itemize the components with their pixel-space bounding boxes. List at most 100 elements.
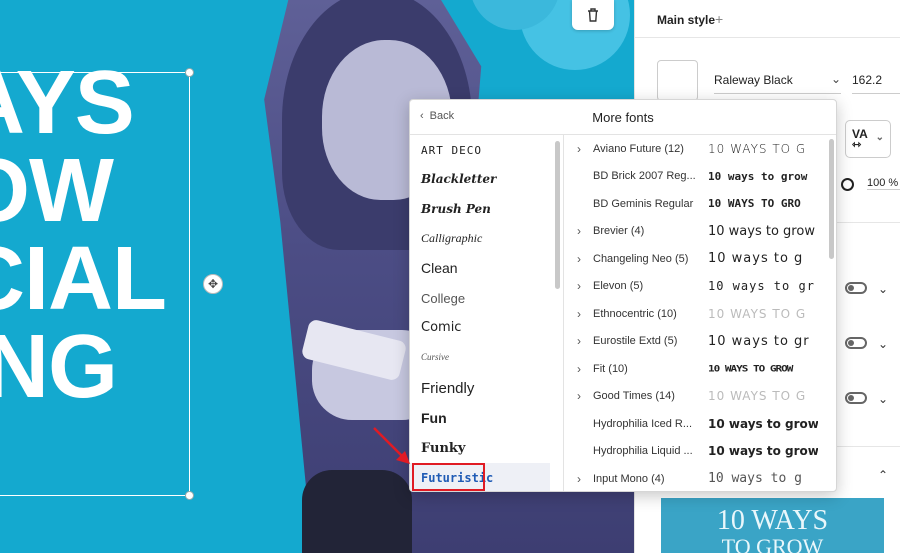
font-preview: 10 WAYS TO G [708, 306, 807, 321]
photo-camera [302, 470, 412, 553]
futuristic-highlight-box [412, 463, 485, 491]
chevron-down-icon[interactable]: ⌄ [878, 337, 888, 351]
style-preview[interactable]: 10 WAYS TO GROW [661, 498, 884, 553]
font-row[interactable]: BD Geminis Regular 10 WAYS TO GRO [565, 190, 825, 218]
add-style-icon[interactable]: + [715, 11, 723, 27]
font-list-scrollbar[interactable] [829, 139, 834, 259]
category-label: Cursive [421, 352, 449, 362]
font-row[interactable]: › Fit (10) 10 WAYS TO GROW [565, 355, 825, 383]
font-name: Ethnocentric (10) [593, 307, 677, 320]
font-family-select[interactable]: Raleway Black ⌄ [714, 70, 841, 94]
font-row[interactable]: › Brevier (4) 10 ways to grow [565, 218, 825, 246]
category-item-fun[interactable]: Fun [410, 403, 550, 433]
category-item-blackletter[interactable]: Blackletter [410, 164, 550, 194]
font-preview: 10 WAYS TO G [708, 389, 807, 404]
kerning-arrow-icon: ⇿ [852, 139, 862, 151]
move-icon[interactable]: ✥ [203, 274, 223, 294]
font-row[interactable]: › Input Mono (4) 10 ways to g [565, 465, 825, 491]
chevron-down-icon: ⌄ [875, 132, 884, 143]
chevron-right-icon[interactable]: › [565, 279, 593, 293]
divider [635, 37, 900, 38]
chevron-right-icon[interactable]: › [565, 389, 593, 403]
font-row[interactable]: › Elevon (5) 10 ways to gr [565, 273, 825, 301]
category-label: Blackletter [421, 172, 497, 186]
chevron-right-icon[interactable]: › [565, 472, 593, 486]
font-name: Good Times (14) [593, 390, 675, 403]
font-name: Hydrophilia Iced R... [593, 417, 693, 430]
chevron-right-icon[interactable]: › [565, 142, 593, 156]
chevron-right-icon[interactable]: › [565, 224, 593, 238]
more-fonts-popup: ‹ Back More fonts ART DECO Blackletter Br… [409, 99, 837, 492]
font-preview: 10 ways to gr [708, 333, 810, 349]
font-preview: 10 ways to grow [708, 416, 818, 431]
font-name: Aviano Future (12) [593, 142, 684, 155]
font-row[interactable]: BD Brick 2007 Reg... 10 ways to grow [565, 163, 825, 191]
font-row[interactable]: Hydrophilia Liquid ... 10 ways to grow y… [565, 438, 825, 466]
font-row[interactable]: › Good Times (14) 10 WAYS TO G [565, 383, 825, 411]
category-item-clean[interactable]: Clean [410, 253, 550, 283]
chevron-right-icon[interactable]: › [565, 362, 593, 376]
font-name: Fit (10) [593, 362, 628, 375]
selection-box [0, 72, 190, 496]
font-preview: 10 ways to grow yo [708, 444, 818, 459]
category-list: ART DECO Blackletter Brush Pen Calligrap… [410, 135, 564, 491]
toggle-switch[interactable] [845, 337, 867, 349]
category-item-friendly[interactable]: Friendly [410, 373, 550, 403]
resize-handle[interactable] [185, 68, 194, 77]
font-preview: 10 ways to g [708, 471, 802, 487]
font-row[interactable]: › Aviano Future (12) 10 WAYS TO G [565, 135, 825, 163]
category-label: Friendly [421, 379, 475, 397]
font-size-value: 162.2 [852, 73, 883, 87]
font-family-value: Raleway Black [714, 73, 793, 87]
color-swatch[interactable] [657, 60, 698, 101]
opacity-input[interactable]: 100 % [867, 177, 900, 190]
delete-button[interactable] [572, 0, 614, 30]
popup-header: ‹ Back More fonts [410, 100, 836, 135]
opacity-icon [841, 178, 854, 191]
kerning-button[interactable]: VA ⇿ ⌄ [845, 120, 891, 158]
category-item-comic[interactable]: Comic [410, 312, 550, 342]
font-preview: 10 ways to g [708, 251, 804, 267]
font-size-select[interactable]: 162.2 [852, 70, 900, 94]
font-name: Input Mono (4) [593, 472, 665, 485]
category-item-funky[interactable]: Funky [410, 433, 550, 463]
popup-title: More fonts [592, 110, 654, 125]
font-list: › Aviano Future (12) 10 WAYS TO G BD Bri… [565, 135, 836, 491]
font-name: Hydrophilia Liquid ... [593, 445, 693, 458]
font-preview: 10 ways to gr [708, 279, 815, 294]
font-row[interactable]: Hydrophilia Iced R... 10 ways to grow [565, 410, 825, 438]
font-row[interactable]: › Changeling Neo (5) 10 ways to g [565, 245, 825, 273]
chevron-down-icon: ⌄ [830, 72, 841, 86]
category-label: Clean [421, 260, 458, 276]
category-item-calligraphic[interactable]: Calligraphic [410, 223, 550, 253]
chevron-down-icon[interactable]: ⌄ [878, 282, 888, 296]
category-item-art-deco[interactable]: ART DECO [410, 135, 550, 165]
font-preview: 10 WAYS TO G [708, 141, 807, 156]
chevron-down-icon[interactable]: ⌄ [878, 392, 888, 406]
chevron-right-icon[interactable]: › [565, 307, 593, 321]
font-row[interactable]: › Ethnocentric (10) 10 WAYS TO G [565, 300, 825, 328]
category-item-cursive[interactable]: Cursive [410, 342, 550, 372]
chevron-up-icon[interactable]: ⌃ [878, 468, 888, 482]
toggle-switch[interactable] [845, 282, 867, 294]
category-label: Comic [421, 319, 462, 335]
font-preview: 10 ways to grow [708, 223, 815, 239]
category-item-brush-pen[interactable]: Brush Pen [410, 194, 550, 224]
category-label: College [421, 290, 466, 306]
category-item-college[interactable]: College [410, 283, 550, 313]
font-name: BD Geminis Regular [593, 197, 694, 210]
toggle-switch[interactable] [845, 392, 867, 404]
trash-icon [588, 8, 598, 22]
chevron-right-icon[interactable]: › [565, 334, 593, 348]
category-label: Fun [421, 410, 447, 426]
font-name: Eurostile Extd (5) [593, 335, 678, 348]
font-row[interactable]: › Eurostile Extd (5) 10 ways to gr [565, 328, 825, 356]
category-scrollbar[interactable] [555, 141, 560, 289]
section-title: Main style [657, 13, 716, 27]
category-label: Funky [421, 440, 466, 456]
font-preview: 10 ways to grow [708, 169, 808, 183]
resize-handle[interactable] [185, 491, 194, 500]
category-label: Calligraphic [421, 230, 483, 245]
chevron-right-icon[interactable]: › [565, 252, 593, 266]
category-label: Brush Pen [421, 202, 491, 216]
